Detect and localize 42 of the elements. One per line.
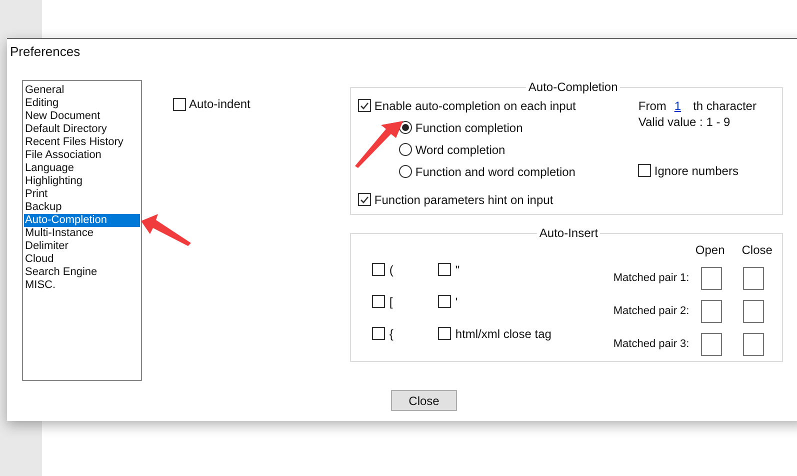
category-item[interactable]: Default Directory	[24, 123, 140, 136]
character-suffix-label: th character	[693, 98, 756, 114]
category-item[interactable]: Multi-Instance	[24, 227, 140, 240]
category-item[interactable]: New Document	[24, 110, 140, 123]
character-position-link[interactable]: 1	[674, 96, 682, 114]
group-title: Auto-Insert	[537, 226, 600, 240]
checkbox-label: (	[389, 262, 394, 278]
window-title: Preferences	[10, 44, 80, 59]
pair-label: Matched pair 1:	[613, 271, 690, 286]
radio-label: Word completion	[415, 142, 506, 158]
category-item[interactable]: Recent Files History	[24, 136, 140, 149]
category-item[interactable]: Cloud	[24, 253, 140, 266]
checkbox-label: Enable auto-completion on each input	[374, 98, 576, 114]
category-item[interactable]: Search Engine	[24, 266, 140, 279]
radio-label: Function completion	[415, 120, 523, 136]
group-title: Auto-Completion	[526, 80, 620, 94]
checkbox-label: Auto-indent	[189, 96, 250, 113]
checkbox-label: html/xml close tag	[455, 326, 552, 342]
category-item[interactable]: General	[24, 84, 140, 97]
category-item[interactable]: MISC.	[24, 279, 140, 292]
column-header: Close	[742, 242, 772, 257]
category-item[interactable]: Highlighting	[24, 175, 140, 188]
close-button[interactable]: Close	[391, 390, 457, 411]
pair-label: Matched pair 3:	[613, 337, 690, 352]
category-item[interactable]: Auto-Completion	[24, 214, 140, 227]
checkbox-label: {	[389, 326, 394, 342]
radio-label: Function and word completion	[415, 164, 576, 180]
checkbox-label: Ignore numbers	[654, 162, 738, 180]
valid-value-text: Valid value : 1 - 9	[638, 115, 732, 129]
category-item[interactable]: Editing	[24, 97, 140, 110]
column-header: Open	[695, 242, 725, 257]
checkbox-label: '	[455, 294, 458, 310]
category-item[interactable]: Print	[24, 188, 140, 201]
checkbox-label: Function parameters hint on input	[374, 192, 554, 208]
category-item[interactable]: Language	[24, 162, 140, 175]
from-label: From	[638, 98, 666, 114]
pair-label: Matched pair 2:	[613, 304, 690, 320]
checkbox-label: [	[389, 294, 393, 310]
category-item[interactable]: File Association	[24, 149, 140, 162]
category-item[interactable]: Delimiter	[24, 240, 140, 253]
category-item[interactable]: Backup	[24, 201, 140, 214]
checkbox-label: "	[455, 262, 460, 278]
